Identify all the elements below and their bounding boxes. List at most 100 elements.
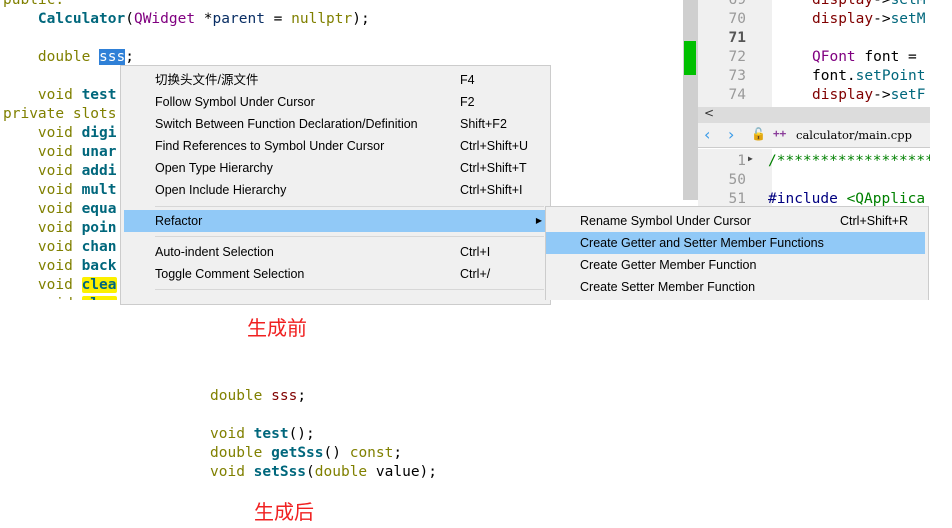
code-token: chan (81, 239, 117, 255)
menu-item-switch-between-function-declaration-definition[interactable]: Switch Between Function Declaration/Defi… (121, 113, 550, 135)
code-token: ; (297, 388, 307, 404)
code-token: QFont (812, 49, 856, 65)
menu-item-shortcut: F2 (460, 95, 475, 109)
code-token: void (210, 464, 245, 480)
menu-item-open-include-hierarchy[interactable]: Open Include Hierarchy Ctrl+Shift+I (121, 179, 550, 201)
menu-item-shortcut: Ctrl+Shift+U (460, 139, 529, 153)
code-token: back (81, 258, 117, 274)
code-token: void (37, 277, 73, 293)
forward-icon[interactable]: › (728, 125, 734, 144)
code-token: void (37, 182, 73, 198)
menu-item-label: Auto-indent Selection (155, 245, 274, 259)
code-token: clea (81, 277, 117, 293)
code-token: void (210, 426, 245, 442)
code-token: sss (271, 388, 298, 404)
code-token: void (37, 258, 73, 274)
code-token: font = (855, 49, 917, 65)
menu-item-shortcut: Ctrl+Shift+R (840, 214, 909, 228)
code-line: 72 QFont font = (698, 48, 930, 67)
code-token: void (37, 163, 73, 179)
code-token: clea (81, 296, 117, 300)
horizontal-scrollbar[interactable]: < (698, 106, 930, 123)
top-editor-lines: 69 display->setM 70 display->setM 71 72 QFont … (698, 0, 930, 105)
code-line: 73 font.setPoint (698, 67, 930, 86)
menu-item-label: Create Setter Member Function (580, 280, 756, 294)
menu-item-refactor[interactable]: Refactor ▶ (124, 210, 550, 232)
code-token: nullptr (291, 11, 353, 27)
menu-item-open-type-hierarchy[interactable]: Open Type Hierarchy Ctrl+Shift+T (121, 157, 550, 179)
line-number: 72 (728, 49, 746, 65)
code-token: test (81, 87, 117, 103)
code-token: public: (3, 0, 65, 8)
code-token: value); (367, 464, 438, 480)
code-token: void (37, 144, 73, 160)
code-token: -> (873, 0, 891, 8)
code-token: ; (393, 445, 403, 461)
code-token: const (349, 445, 394, 461)
scroll-left-icon[interactable]: < (704, 106, 714, 120)
submenu-item-create-getter-member-function[interactable]: Create Getter Member Function (546, 254, 925, 276)
code-token: digi (81, 125, 117, 141)
line-number: 74 (728, 87, 746, 103)
submenu-item-rename-symbol-under-cursor[interactable]: Rename Symbol Under Cursor Ctrl+Shift+R (546, 210, 925, 232)
code-line: 70 display->setM (698, 10, 930, 29)
back-icon[interactable]: ‹ (704, 125, 710, 144)
editor-toolbar: ‹ › 🔓 ++ calculator/main.cpp (698, 123, 930, 148)
menu-item-switch-header-source[interactable]: 切换头文件/源文件 F4 (121, 69, 550, 91)
code-token: setPoint (855, 68, 926, 84)
menu-item-follow-symbol-under-cursor[interactable]: Follow Symbol Under Cursor F2 (121, 91, 550, 113)
submenu-item-create-getter-and-setter-member-functions[interactable]: Create Getter and Setter Member Function… (546, 232, 925, 254)
code-line: public: (3, 0, 370, 10)
line-number: 69 (728, 0, 746, 8)
vertical-scrollbar[interactable] (683, 0, 698, 200)
file-name[interactable]: calculator/main.cpp (796, 128, 912, 142)
code-token: QWidget (133, 11, 196, 27)
menu-item-shortcut: Ctrl+Shift+I (460, 183, 523, 197)
menu-separator (155, 236, 544, 237)
menu-item-toggle-comment-selection[interactable]: Toggle Comment Selection Ctrl+/ (121, 263, 550, 285)
lock-icon[interactable]: 🔓 (751, 127, 766, 141)
cpp-file-icon: ++ (773, 127, 787, 140)
code-token: ); (352, 11, 370, 27)
code-token: void (38, 296, 73, 300)
generated-code: double sss; void test(); double getSss() c… (210, 387, 437, 482)
code-token: void (37, 220, 73, 236)
code-line: Calculator(QWidget *parent = nullptr); (3, 10, 370, 29)
refactor-submenu: Rename Symbol Under Cursor Ctrl+Shift+R Cr… (545, 206, 929, 300)
code-token: display (812, 11, 874, 27)
menu-item-label: Rename Symbol Under Cursor (580, 214, 751, 228)
menu-separator (155, 289, 544, 290)
menu-item-label: Create Getter Member Function (580, 258, 757, 272)
code-token: double (37, 49, 91, 65)
code-token: getSss (271, 445, 324, 461)
code-token: ( (306, 464, 315, 480)
submenu-item-create-setter-member-function[interactable]: Create Setter Member Function (546, 276, 925, 298)
menu-item-shortcut: Ctrl+/ (460, 267, 491, 281)
code-line: double getSss() const; (210, 444, 437, 463)
submenu-arrow-icon: ▶ (535, 216, 542, 225)
code-token: (); (288, 426, 315, 442)
code-token: double (314, 464, 368, 480)
code-line: 50 (698, 171, 930, 190)
code-token: void (37, 125, 73, 141)
code-token: () (323, 445, 350, 461)
split-editor[interactable]: 69 display->setM 70 display->setM 71 72 QFont … (698, 0, 930, 207)
code-token: double (210, 445, 263, 461)
menu-item-find-references-to-symbol-under-cursor[interactable]: Find References to Symbol Under Cursor Ct… (121, 135, 550, 157)
menu-item-auto-indent-selection[interactable]: Auto-indent Selection Ctrl+I (121, 241, 550, 263)
code-token: double (210, 388, 263, 404)
menu-item-label: Switch Between Function Declaration/Defi… (155, 117, 418, 131)
